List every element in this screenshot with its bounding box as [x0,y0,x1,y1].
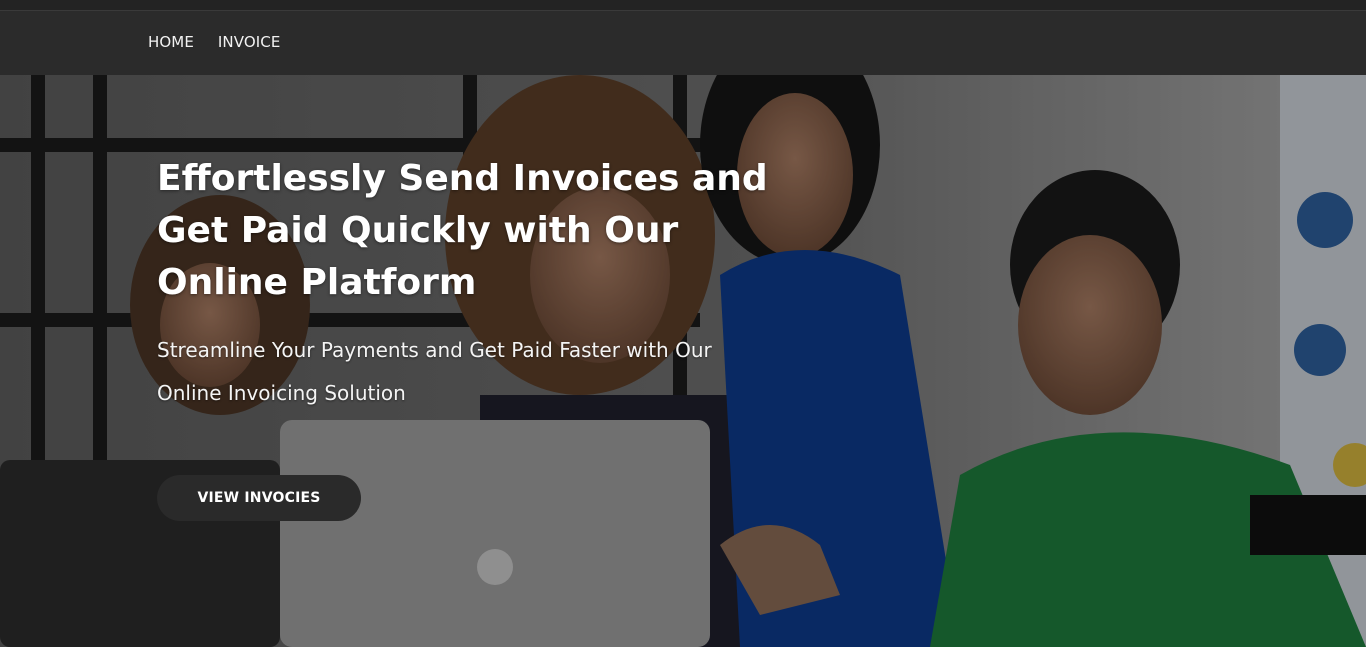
hero-title-line: Online Platform [157,262,477,303]
nav-home-link[interactable]: HOME [148,33,194,51]
top-edge-bar [0,0,1366,11]
nav-invoice-link[interactable]: INVOICE [218,33,281,51]
hero-content: Effortlessly Send Invoices and Get Paid … [157,153,797,415]
view-invoices-button[interactable]: VIEW INVOCIES [157,475,361,521]
hero-title: Effortlessly Send Invoices and Get Paid … [157,153,797,309]
navbar: HOME INVOICE [0,11,1366,75]
hero-title-line: Get Paid Quickly with Our [157,210,679,251]
hero-section: Effortlessly Send Invoices and Get Paid … [0,75,1366,647]
hero-subtitle: Streamline Your Payments and Get Paid Fa… [157,338,712,405]
hero-title-line: Effortlessly Send Invoices and [157,158,768,199]
nav-links: HOME INVOICE [148,33,280,51]
